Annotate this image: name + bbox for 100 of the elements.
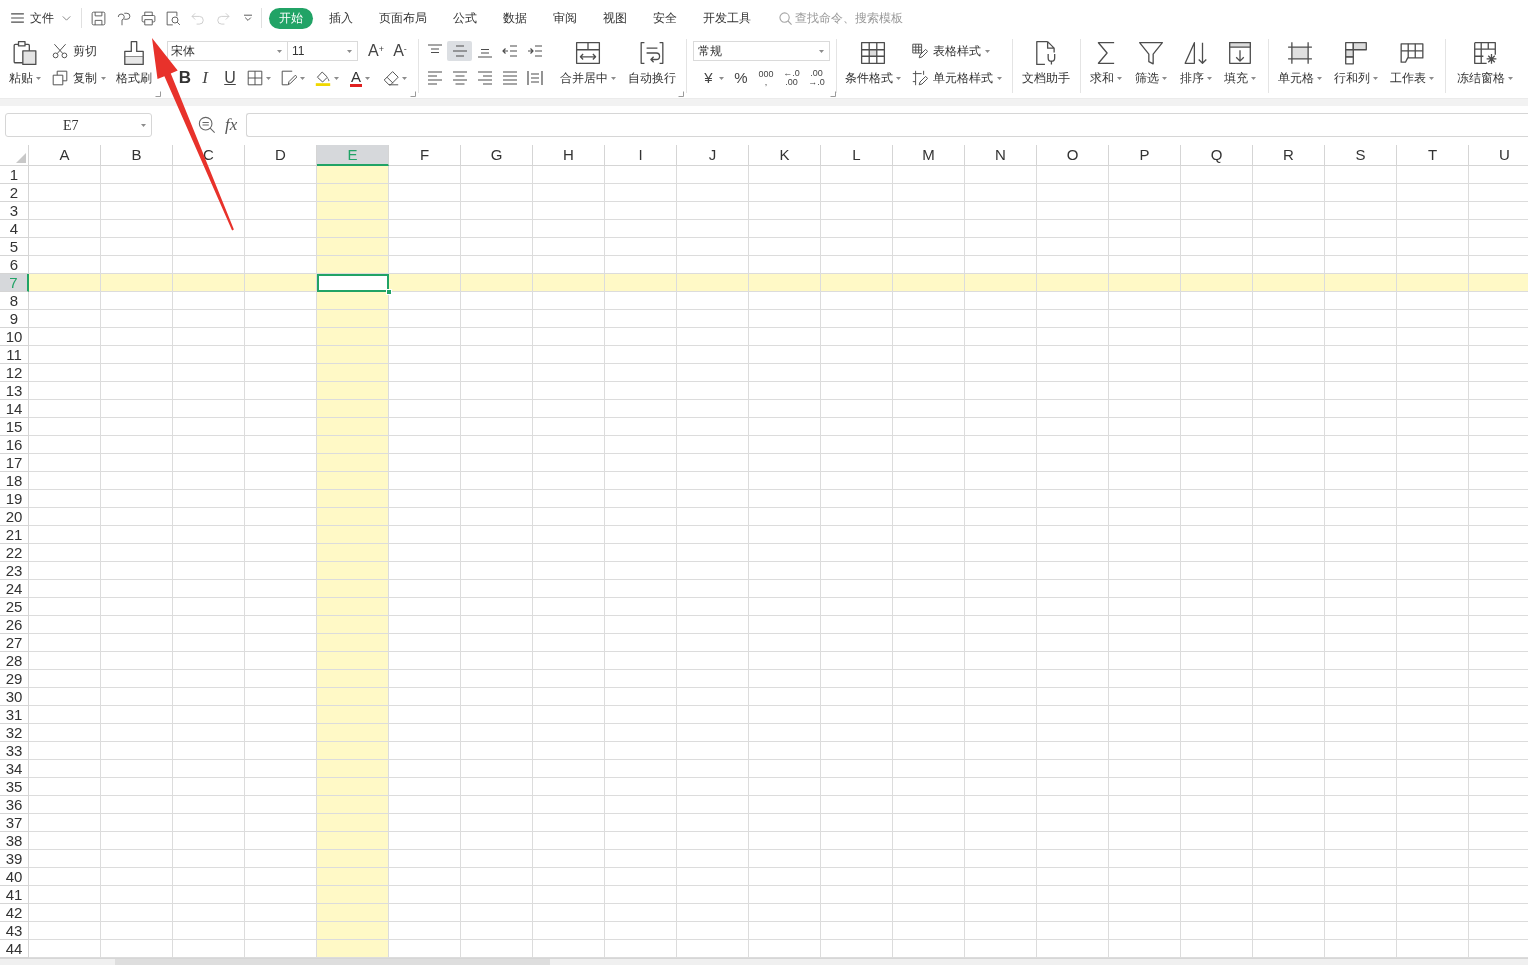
ribbon-tab[interactable]: 页面布局	[366, 7, 440, 29]
row-header[interactable]: 22	[0, 544, 29, 562]
grow-font-button[interactable]: A$^{+}$	[366, 41, 386, 61]
column-header[interactable]: G	[461, 145, 533, 166]
row-header[interactable]: 13	[0, 382, 29, 400]
copy-button[interactable]: 复制	[50, 68, 108, 88]
row-header[interactable]: 29	[0, 670, 29, 688]
scrollbar-thumb[interactable]	[115, 959, 550, 965]
column-header[interactable]: R	[1253, 145, 1325, 166]
row-header[interactable]: 23	[0, 562, 29, 580]
row-header[interactable]: 5	[0, 238, 29, 256]
row-header[interactable]: 24	[0, 580, 29, 598]
column-header[interactable]: P	[1109, 145, 1181, 166]
sort-button[interactable]: 排序	[1178, 36, 1214, 92]
dialog-launcher-icon[interactable]	[155, 91, 161, 97]
row-header[interactable]: 14	[0, 400, 29, 418]
row-header[interactable]: 3	[0, 202, 29, 220]
row-header[interactable]: 2	[0, 184, 29, 202]
merge-center-button[interactable]: 合并居中	[555, 36, 621, 92]
row-header[interactable]: 40	[0, 868, 29, 886]
currency-button[interactable]: ¥	[700, 68, 728, 88]
row-header[interactable]: 1	[0, 166, 29, 184]
column-header[interactable]: N	[965, 145, 1037, 166]
pattern-button[interactable]	[279, 68, 307, 88]
row-header[interactable]: 15	[0, 418, 29, 436]
number-format-select[interactable]: 常规	[693, 41, 830, 61]
row-header[interactable]: 17	[0, 454, 29, 472]
cell-style-button[interactable]: 单元格样式	[912, 68, 1004, 88]
fill-button[interactable]: 填充	[1222, 36, 1258, 92]
freeze-panes-button[interactable]: 冻结窗格	[1456, 36, 1514, 92]
row-header[interactable]: 30	[0, 688, 29, 706]
row-header[interactable]: 43	[0, 922, 29, 940]
loop-icon[interactable]	[115, 10, 131, 26]
column-header[interactable]: F	[389, 145, 461, 166]
row-header[interactable]: 11	[0, 346, 29, 364]
column-header[interactable]: O	[1037, 145, 1109, 166]
row-header[interactable]: 20	[0, 508, 29, 526]
row-header[interactable]: 35	[0, 778, 29, 796]
file-menu-button[interactable]: 文件	[11, 6, 71, 30]
ribbon-tab[interactable]: 开发工具	[690, 7, 764, 29]
row-header[interactable]: 36	[0, 796, 29, 814]
borders-button[interactable]	[245, 68, 273, 88]
table-style-button[interactable]: 表格样式	[912, 41, 1004, 61]
cut-button[interactable]: 剪切	[50, 41, 108, 61]
column-header[interactable]: D	[245, 145, 317, 166]
dropdown-icon[interactable]	[243, 14, 253, 22]
row-header[interactable]: 28	[0, 652, 29, 670]
increase-decimal-button[interactable]: ←.0 .00	[782, 68, 801, 88]
column-header[interactable]: L	[821, 145, 893, 166]
font-size-select[interactable]: 11	[288, 41, 358, 61]
column-header[interactable]: H	[533, 145, 605, 166]
row-header[interactable]: 39	[0, 850, 29, 868]
row-header[interactable]: 26	[0, 616, 29, 634]
row-header[interactable]: 12	[0, 364, 29, 382]
ribbon-tab[interactable]: 插入	[316, 7, 366, 29]
save-icon[interactable]	[90, 10, 106, 26]
format-painter-button[interactable]: 格式刷	[113, 36, 155, 92]
column-header[interactable]: K	[749, 145, 821, 166]
font-name-select[interactable]: 宋体	[167, 41, 288, 61]
italic-button[interactable]: I	[195, 68, 215, 88]
ribbon-tab[interactable]: 视图	[590, 7, 640, 29]
row-header[interactable]: 25	[0, 598, 29, 616]
search-field[interactable]: 查找命令、搜索模板	[795, 8, 909, 28]
active-cell[interactable]	[317, 274, 389, 292]
wrap-text-button[interactable]: 自动换行	[625, 36, 678, 92]
thousands-button[interactable]: 000 ,	[756, 68, 776, 88]
align-middle-button[interactable]	[447, 41, 472, 61]
column-header[interactable]: T	[1397, 145, 1469, 166]
dialog-launcher-icon[interactable]	[830, 91, 836, 97]
printer-icon[interactable]	[140, 10, 156, 26]
row-header[interactable]: 44	[0, 940, 29, 958]
column-header[interactable]: C	[173, 145, 245, 166]
row-header[interactable]: 32	[0, 724, 29, 742]
rows-columns-button[interactable]: 行和列	[1333, 36, 1379, 92]
decrease-decimal-button[interactable]: .00 →.0	[807, 68, 826, 88]
shrink-font-button[interactable]: A$^{-}$	[390, 41, 410, 61]
bold-button[interactable]: B	[178, 68, 192, 88]
sum-button[interactable]: 求和	[1088, 36, 1124, 92]
row-header[interactable]: 19	[0, 490, 29, 508]
ribbon-tab[interactable]: 数据	[490, 7, 540, 29]
row-header[interactable]: 21	[0, 526, 29, 544]
ribbon-tab[interactable]: 审阅	[540, 7, 590, 29]
column-header[interactable]: B	[101, 145, 173, 166]
column-header[interactable]: A	[29, 145, 101, 166]
fill-color-button[interactable]	[313, 68, 341, 88]
row-header[interactable]: 27	[0, 634, 29, 652]
row-header[interactable]: 8	[0, 292, 29, 310]
worksheet-button[interactable]: 工作表	[1389, 36, 1435, 92]
row-header[interactable]: 10	[0, 328, 29, 346]
row-header[interactable]: 34	[0, 760, 29, 778]
document-magnifier-icon[interactable]	[165, 10, 181, 26]
row-header[interactable]: 41	[0, 886, 29, 904]
row-header[interactable]: 4	[0, 220, 29, 238]
row-header[interactable]: 42	[0, 904, 29, 922]
dialog-launcher-icon[interactable]	[678, 91, 684, 97]
magnifier-icon[interactable]	[198, 116, 216, 134]
percent-button[interactable]: %	[734, 68, 748, 88]
row-header[interactable]: 18	[0, 472, 29, 490]
doc-assistant-button[interactable]: 文档助手	[1020, 36, 1072, 92]
row-header[interactable]: 9	[0, 310, 29, 328]
